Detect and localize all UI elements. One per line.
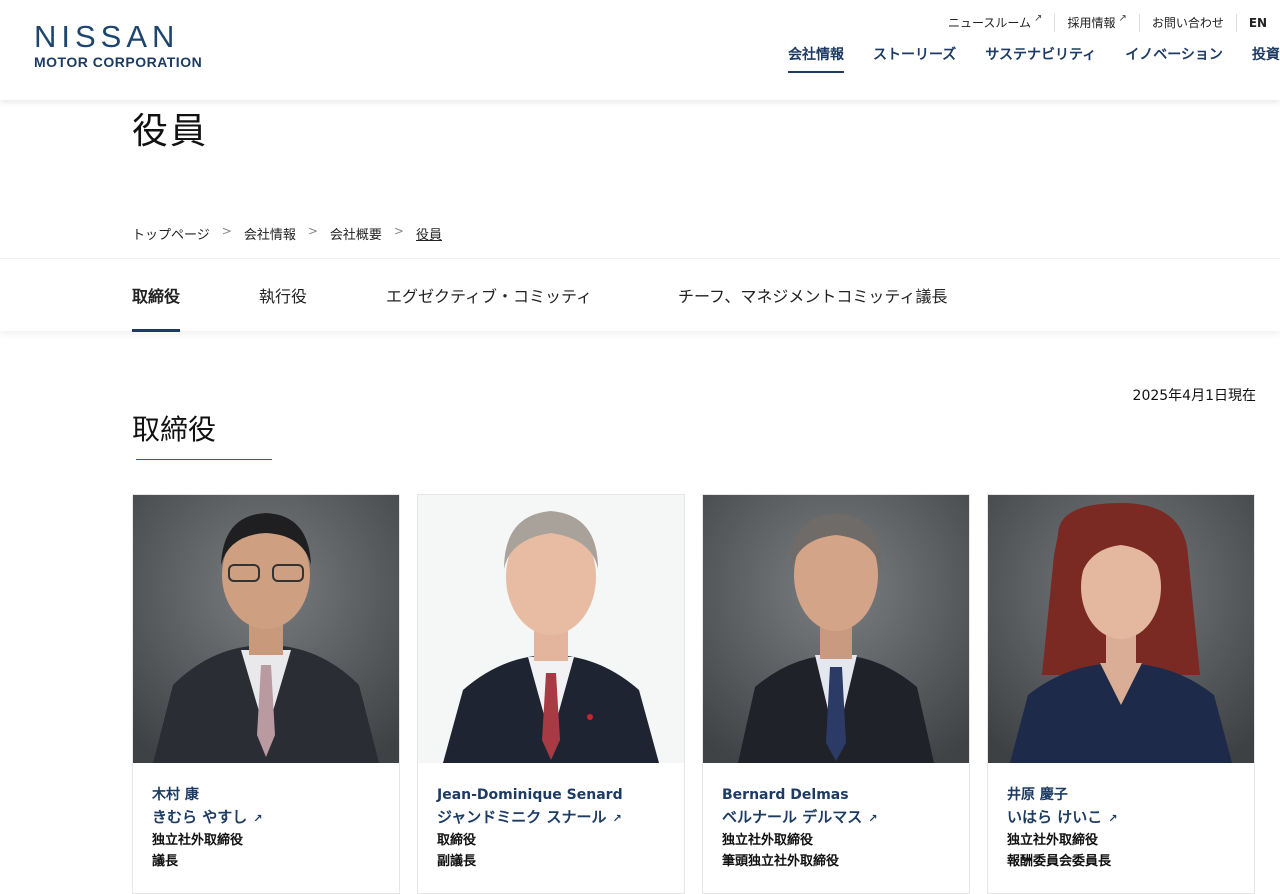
util-link-newsroom[interactable]: ニュースルーム ↗ bbox=[948, 13, 1056, 32]
external-link-icon: ↗ bbox=[1118, 13, 1127, 24]
nav-item-investors[interactable]: 投資家 bbox=[1252, 45, 1280, 73]
nav-item-innovation[interactable]: イノベーション bbox=[1125, 45, 1223, 73]
tab-management-committee[interactable]: チーフ、マネジメントコミッティ議長 bbox=[678, 283, 947, 329]
nav-item-company[interactable]: 会社情報 bbox=[788, 45, 844, 73]
as-of-date: 2025年4月1日現在 bbox=[1132, 388, 1256, 404]
util-link-language[interactable]: EN bbox=[1237, 14, 1279, 32]
director-name: Bernard Delmas bbox=[722, 787, 849, 803]
director-name: 木村 康 bbox=[152, 787, 199, 803]
director-role: 取締役 bbox=[437, 833, 477, 848]
util-link-careers[interactable]: 採用情報 ↗ bbox=[1055, 13, 1140, 32]
breadcrumb-current[interactable]: 役員 bbox=[416, 224, 442, 243]
director-role: 独立社外取締役 bbox=[722, 833, 814, 848]
main-nav: 会社情報 ストーリーズ サステナビリティ イノベーション 投資家 bbox=[788, 45, 1280, 73]
director-role-secondary: 筆頭独立社外取締役 bbox=[722, 854, 840, 869]
nav-item-stories[interactable]: ストーリーズ bbox=[873, 45, 956, 73]
tab-directors[interactable]: 取締役 bbox=[132, 283, 181, 332]
director-role: 独立社外取締役 bbox=[152, 833, 244, 848]
external-link-icon: ↗ bbox=[253, 812, 263, 825]
director-name: 井原 慶子 bbox=[1007, 787, 1068, 803]
external-link-icon: ↗ bbox=[612, 812, 622, 825]
director-name-kana[interactable]: ジャンドミニク スナール ↗ bbox=[437, 806, 623, 830]
logo-subtitle: MOTOR CORPORATION bbox=[34, 54, 203, 70]
director-card[interactable]: 井原 慶子 いはら けいこ ↗ 独立社外取締役 報酬委員会委員長 bbox=[987, 494, 1255, 894]
director-card[interactable]: Bernard Delmas ベルナール デルマス ↗ 独立社外取締役 筆頭独立社… bbox=[702, 494, 970, 894]
section-title: 取締役 bbox=[132, 413, 217, 446]
director-name-kana[interactable]: いはら けいこ ↗ bbox=[1007, 806, 1117, 830]
site-header: NISSAN MOTOR CORPORATION ニュースルーム ↗ 採用情報 … bbox=[0, 0, 1280, 100]
director-name: Jean-Dominique Senard bbox=[437, 787, 623, 803]
tab-bar: 取締役 執行役 エグゼクティブ・コミッティ チーフ、マネジメントコミッティ議長 bbox=[0, 258, 1280, 332]
page-title: 役員 bbox=[132, 111, 209, 152]
utility-nav: ニュースルーム ↗ 採用情報 ↗ お問い合わせ EN bbox=[948, 13, 1279, 32]
director-role-secondary: 議長 bbox=[152, 854, 179, 869]
director-name-kana[interactable]: きむら やすし ↗ bbox=[152, 806, 262, 830]
tab-executive-committee[interactable]: エグゼクティブ・コミッティ bbox=[386, 283, 592, 329]
director-role: 独立社外取締役 bbox=[1007, 833, 1099, 848]
director-role-secondary: 副議長 bbox=[437, 854, 477, 869]
logo-wordmark: NISSAN bbox=[34, 19, 180, 54]
external-link-icon: ↗ bbox=[868, 812, 878, 825]
breadcrumb-company[interactable]: 会社情報 bbox=[244, 224, 296, 243]
external-link-icon: ↗ bbox=[1034, 13, 1043, 24]
breadcrumb-overview[interactable]: 会社概要 bbox=[330, 224, 382, 243]
chevron-right-icon: > bbox=[307, 224, 318, 238]
chevron-right-icon: > bbox=[221, 224, 232, 238]
breadcrumb: トップページ > 会社情報 > 会社概要 > 役員 bbox=[132, 224, 442, 243]
breadcrumb-top[interactable]: トップページ bbox=[132, 224, 210, 243]
director-photo bbox=[418, 495, 684, 763]
director-name-kana[interactable]: ベルナール デルマス ↗ bbox=[722, 806, 877, 830]
director-card[interactable]: Jean-Dominique Senard ジャンドミニク スナール ↗ 取締役 … bbox=[417, 494, 685, 894]
director-role-secondary: 報酬委員会委員長 bbox=[1007, 854, 1112, 869]
nav-item-sustainability[interactable]: サステナビリティ bbox=[985, 45, 1096, 73]
director-photo bbox=[988, 495, 1254, 763]
chevron-right-icon: > bbox=[393, 224, 404, 238]
external-link-icon: ↗ bbox=[1108, 812, 1118, 825]
nissan-logo[interactable]: NISSAN MOTOR CORPORATION bbox=[34, 19, 203, 70]
director-photo bbox=[133, 495, 399, 763]
tab-executive-officers[interactable]: 執行役 bbox=[259, 283, 307, 329]
director-photo bbox=[703, 495, 969, 763]
section-underline bbox=[136, 459, 272, 460]
director-card[interactable]: 木村 康 きむら やすし ↗ 独立社外取締役 議長 bbox=[132, 494, 400, 894]
util-link-contact[interactable]: お問い合わせ bbox=[1140, 14, 1237, 32]
